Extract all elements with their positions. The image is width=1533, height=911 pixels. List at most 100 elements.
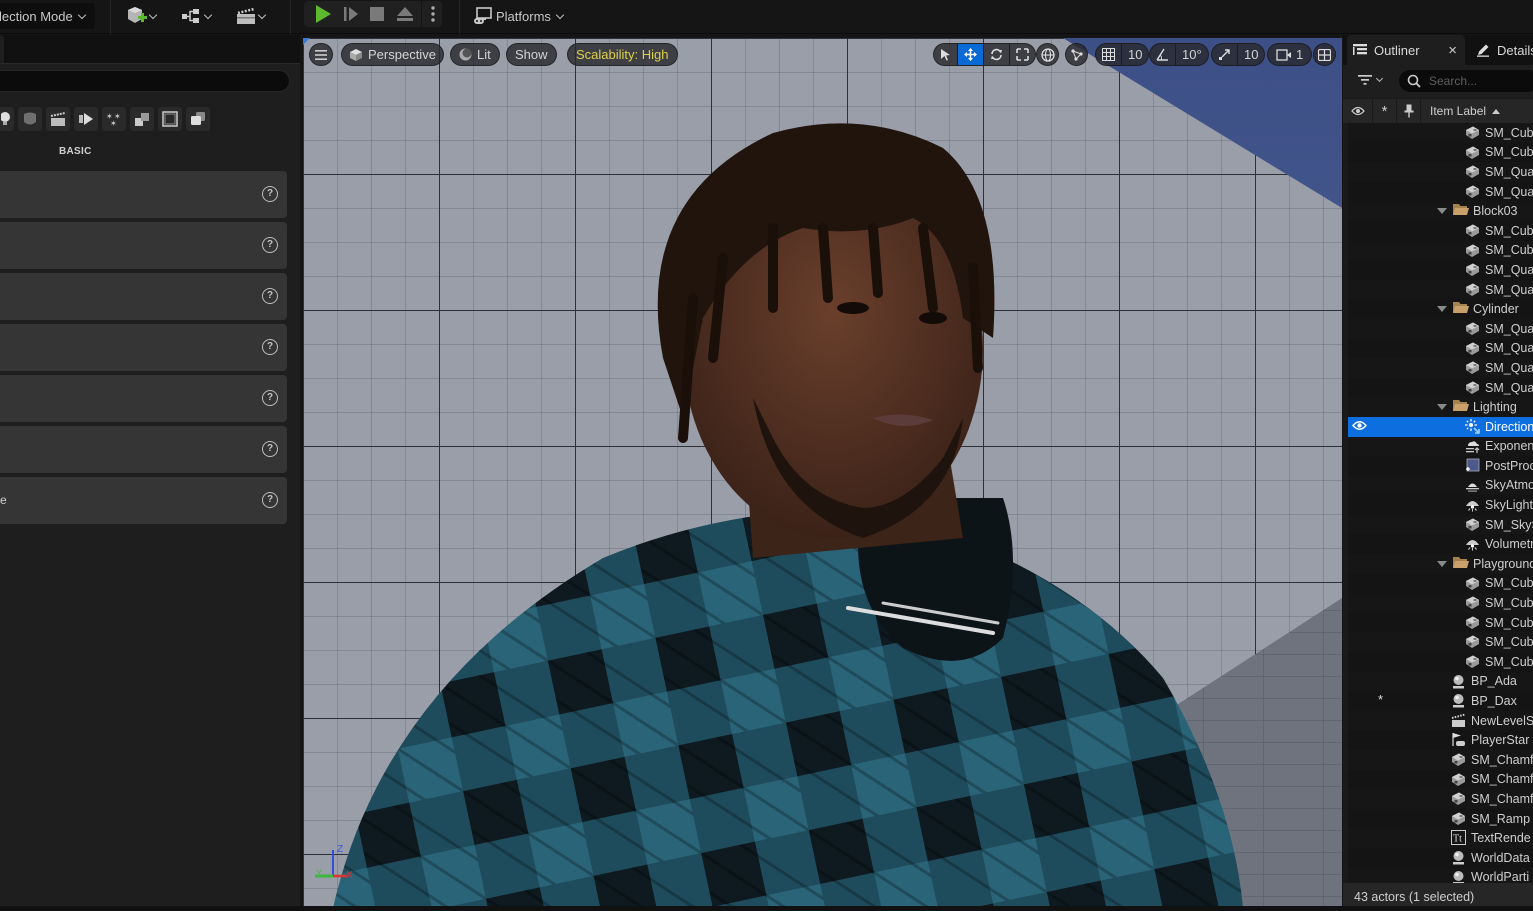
outliner-actor-row[interactable]: PostProc xyxy=(1348,456,1533,476)
outliner-actor-row[interactable]: SM_Ramp xyxy=(1348,809,1533,829)
viewport-layout-button[interactable] xyxy=(1313,43,1336,66)
favorite-column-header[interactable]: * xyxy=(1373,99,1397,123)
outliner-actor-row[interactable]: SM_Quad xyxy=(1348,162,1533,182)
play-button[interactable] xyxy=(312,3,334,25)
scalability-dropdown[interactable]: Scalability: High xyxy=(567,43,678,66)
outliner-search-input[interactable]: Search... xyxy=(1399,70,1533,92)
view-mode-dropdown[interactable]: Lit xyxy=(450,43,500,66)
play-options-button[interactable] xyxy=(424,3,442,25)
viewport-options-button[interactable] xyxy=(309,43,333,66)
camera-speed-button[interactable]: 1 xyxy=(1267,43,1313,66)
outliner-actor-row[interactable]: SM_SkyS xyxy=(1348,514,1533,535)
outliner-actor-row[interactable]: Volumetr xyxy=(1348,534,1533,554)
outliner-actor-row[interactable]: SM_Cube xyxy=(1348,632,1533,653)
help-icon[interactable]: ? xyxy=(262,186,278,202)
tab-outliner[interactable]: Outliner × xyxy=(1347,35,1465,65)
coordinate-system-button[interactable] xyxy=(1036,43,1059,66)
outliner-actor-row[interactable]: SM_Quad xyxy=(1348,358,1533,378)
outliner-actor-row[interactable]: SM_Quad xyxy=(1348,260,1533,280)
eject-button[interactable] xyxy=(394,3,416,25)
perspective-dropdown[interactable]: Perspective xyxy=(341,43,444,66)
cinematics-button[interactable] xyxy=(235,3,273,29)
place-actors-search-input[interactable] xyxy=(0,70,290,92)
help-icon[interactable]: ? xyxy=(262,441,278,457)
close-tab-button[interactable]: × xyxy=(1448,42,1457,59)
outliner-actor-row[interactable]: Direction xyxy=(1348,416,1533,437)
favorite-star-icon[interactable]: * xyxy=(1378,692,1383,707)
outliner-actor-row[interactable]: SM_Quad xyxy=(1348,378,1533,398)
outliner-actor-row[interactable]: SM_Quad xyxy=(1348,182,1533,202)
surface-snapping-button[interactable] xyxy=(1065,43,1088,66)
grid-snap-value[interactable]: 10 xyxy=(1121,44,1148,65)
outliner-actor-row[interactable]: WorldData xyxy=(1348,848,1533,868)
outliner-actor-row[interactable]: SM_Quad xyxy=(1348,279,1533,300)
expand-arrow-icon[interactable] xyxy=(1437,404,1447,411)
outliner-actor-row[interactable]: SM_Quad xyxy=(1348,318,1533,339)
outliner-actor-row[interactable]: SM_Cube xyxy=(1348,221,1533,241)
outliner-actor-row[interactable]: SM_Cube xyxy=(1348,652,1533,672)
outliner-actor-row[interactable]: SM_Chamf xyxy=(1348,770,1533,790)
stop-button[interactable] xyxy=(366,3,388,25)
outliner-actor-row[interactable]: SkyLight xyxy=(1348,495,1533,515)
level-viewport[interactable]: Z X Y Perspective Lit Show Scalability: … xyxy=(303,38,1342,908)
help-icon[interactable]: ? xyxy=(262,492,278,508)
place-actor-item[interactable]: ? xyxy=(0,324,287,371)
category-layers-button[interactable] xyxy=(186,107,210,131)
outliner-actor-row[interactable]: SM_Chamf xyxy=(1348,750,1533,770)
platforms-dropdown[interactable]: Platforms xyxy=(473,3,573,29)
place-actor-item[interactable]: ? xyxy=(0,171,287,218)
place-actor-item[interactable]: e? xyxy=(0,477,287,524)
category-volumes-button[interactable] xyxy=(158,107,182,131)
tab-details[interactable]: Details xyxy=(1476,35,1533,65)
help-icon[interactable]: ? xyxy=(262,288,278,304)
add-actor-button[interactable] xyxy=(126,3,164,29)
outliner-actor-row[interactable]: SM_Cube xyxy=(1348,574,1533,594)
place-actor-item[interactable]: ? xyxy=(0,273,287,320)
visibility-eye-icon[interactable] xyxy=(1352,420,1367,434)
outliner-actor-row[interactable]: SM_Chamf xyxy=(1348,789,1533,809)
outliner-actor-row[interactable]: NewLevelS xyxy=(1348,710,1533,731)
place-actor-item[interactable]: ? xyxy=(0,426,287,473)
scale-mode-button[interactable] xyxy=(1009,44,1035,65)
visibility-column-header[interactable] xyxy=(1343,99,1373,123)
help-icon[interactable]: ? xyxy=(262,390,278,406)
place-actor-item[interactable]: ? xyxy=(0,222,287,269)
outliner-actor-row[interactable]: SM_Cube xyxy=(1348,240,1533,261)
outliner-actor-row[interactable]: WorldParti xyxy=(1348,867,1533,883)
pin-column-header[interactable] xyxy=(1397,99,1421,123)
advance-frame-button[interactable] xyxy=(340,3,362,25)
expand-arrow-icon[interactable] xyxy=(1437,208,1447,215)
place-actors-tab[interactable] xyxy=(0,35,4,63)
rotation-snap-toggle[interactable] xyxy=(1150,44,1175,65)
outliner-actor-row[interactable]: BP_Ada xyxy=(1348,671,1533,692)
outliner-actor-row[interactable]: PlayerStar xyxy=(1348,730,1533,750)
expand-arrow-icon[interactable] xyxy=(1437,306,1447,313)
outliner-actor-row[interactable]: SM_Cube xyxy=(1348,613,1533,633)
item-label-column-header[interactable]: Item Label xyxy=(1421,99,1533,123)
filter-dropdown[interactable] xyxy=(1358,74,1388,86)
outliner-actor-row[interactable]: SM_Cube xyxy=(1348,143,1533,163)
expand-arrow-icon[interactable] xyxy=(1437,560,1447,567)
scale-snap-value[interactable]: 10 xyxy=(1237,44,1264,65)
scale-snap-toggle[interactable] xyxy=(1212,44,1237,65)
place-actor-item[interactable]: ? xyxy=(0,375,287,422)
category-all-classes-button[interactable]: ✶ ✶ ✶ xyxy=(102,107,126,131)
category-shapes-button[interactable] xyxy=(18,107,42,131)
outliner-actor-row[interactable]: SM_Quad xyxy=(1348,339,1533,359)
outliner-folder-row[interactable]: Cylinder xyxy=(1348,299,1533,319)
category-visual-effects-button[interactable] xyxy=(74,107,98,131)
category-lights-button[interactable] xyxy=(0,107,14,131)
translate-mode-button[interactable] xyxy=(957,44,983,65)
outliner-folder-row[interactable]: Block03 xyxy=(1348,201,1533,221)
grid-snap-toggle[interactable] xyxy=(1096,44,1121,65)
category-cinematic-button[interactable] xyxy=(46,107,70,131)
help-icon[interactable]: ? xyxy=(262,339,278,355)
help-icon[interactable]: ? xyxy=(262,237,278,253)
rotation-snap-value[interactable]: 10° xyxy=(1175,44,1208,65)
select-mode-button[interactable] xyxy=(934,44,957,65)
selection-mode-dropdown[interactable]: lection Mode xyxy=(0,3,95,29)
outliner-actor-row[interactable]: SM_Cube xyxy=(1348,593,1533,613)
outliner-actor-row[interactable]: Exponen xyxy=(1348,436,1533,457)
outliner-actor-row[interactable]: SM_Cube xyxy=(1348,123,1533,143)
outliner-actor-row[interactable]: Tt TextRende xyxy=(1348,828,1533,848)
